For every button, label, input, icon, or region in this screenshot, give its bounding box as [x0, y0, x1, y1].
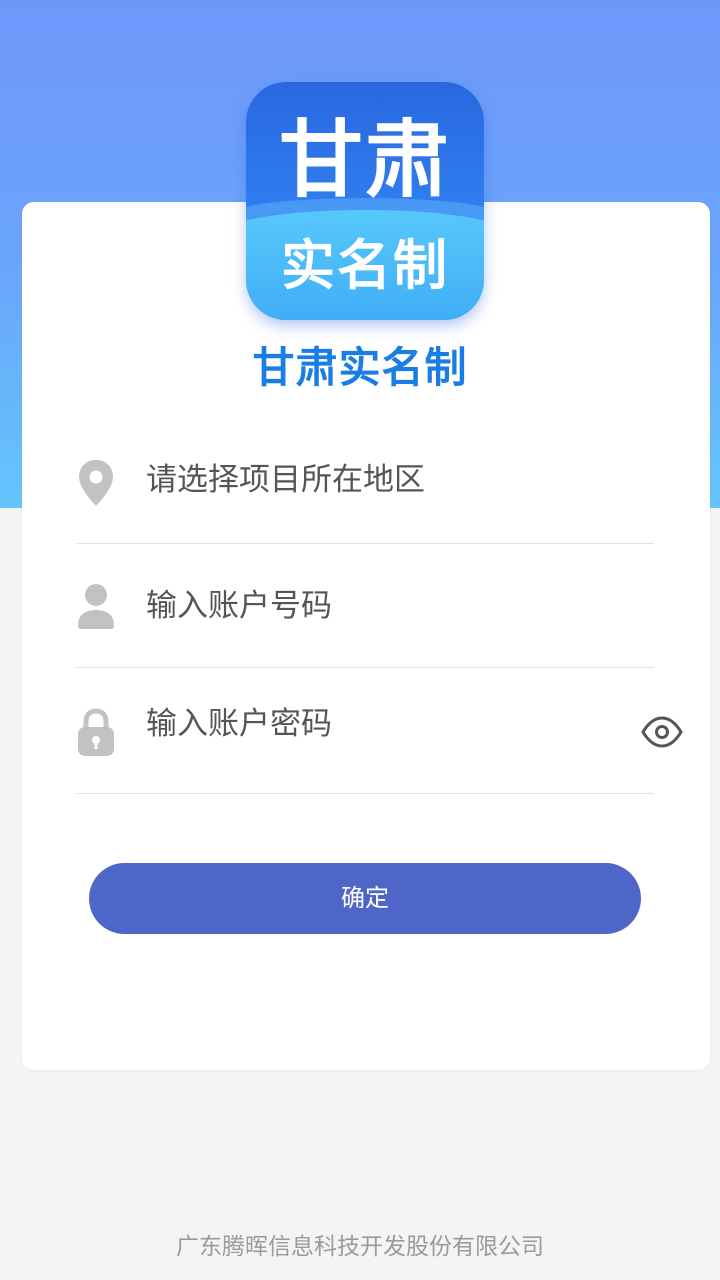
- account-input[interactable]: 输入账户号码: [76, 544, 654, 668]
- confirm-button[interactable]: 确定: [89, 863, 641, 934]
- app-logo: 甘肃 实名制: [246, 82, 484, 320]
- logo-text-line2: 实名制: [281, 234, 449, 297]
- login-screen: 甘肃 实名制 甘肃实名制 请选择项目所在地区 输入账户号码 输入账户密码 确定: [0, 0, 720, 1280]
- password-placeholder: 输入账户密码: [146, 706, 332, 742]
- region-placeholder: 请选择项目所在地区: [146, 462, 425, 498]
- location-pin-icon: [79, 460, 113, 506]
- app-title: 甘肃实名制: [252, 343, 468, 392]
- account-placeholder: 输入账户号码: [146, 588, 332, 624]
- password-input[interactable]: 输入账户密码: [76, 670, 654, 794]
- user-icon: [78, 584, 114, 629]
- logo-text-line1: 甘肃: [278, 111, 451, 209]
- eye-icon[interactable]: [640, 712, 684, 752]
- region-select[interactable]: 请选择项目所在地区: [76, 420, 654, 544]
- lock-icon: [78, 708, 114, 756]
- company-footer: 广东腾晖信息科技开发股份有限公司: [176, 1234, 544, 1260]
